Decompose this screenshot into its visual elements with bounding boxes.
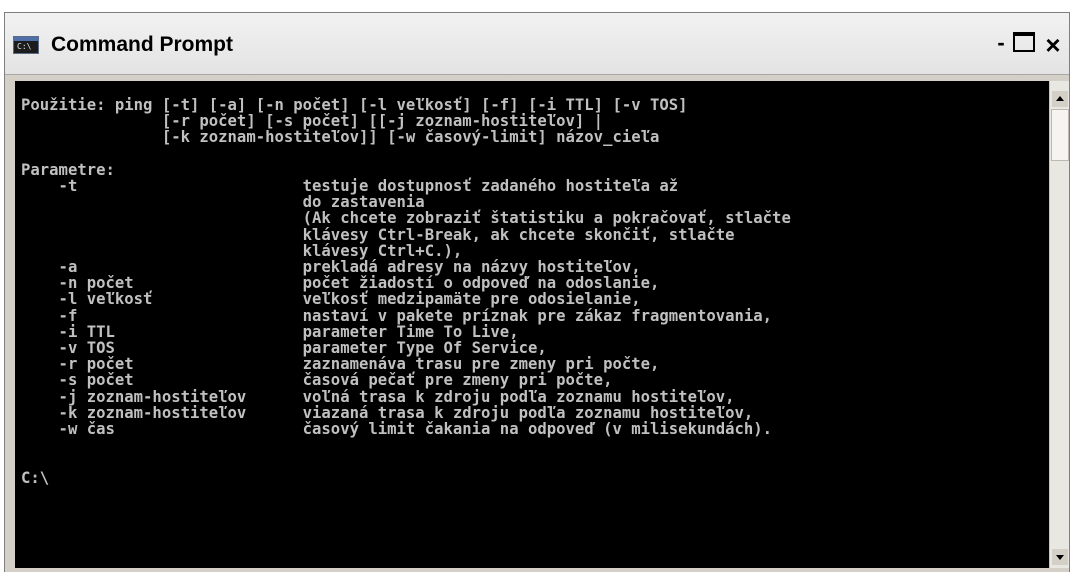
minimize-button[interactable]: - [993, 32, 1009, 56]
console-output-area[interactable]: Použitie: ping [-t] [-a] [-n počet] [-l … [15, 81, 1049, 568]
window-title: Command Prompt [51, 33, 234, 56]
console-line: C:\ [21, 468, 50, 487]
scroll-thumb[interactable] [1051, 109, 1069, 161]
console-window-icon[interactable]: C:\ [13, 36, 39, 54]
console-text: Použitie: ping [-t] [-a] [-n počet] [-l … [21, 97, 791, 486]
scroll-up-arrow-icon[interactable] [1052, 91, 1068, 107]
scroll-down-arrow-icon[interactable] [1052, 549, 1068, 565]
command-prompt-window: C:\ Command Prompt - × Použitie: ping [-… [4, 12, 1070, 572]
console-line: [-k zoznam-hostiteľov]] [-w časový-limit… [21, 128, 660, 147]
title-bar[interactable]: C:\ Command Prompt - × [5, 13, 1069, 75]
window-bottom-border [5, 568, 1069, 572]
vertical-scrollbar[interactable] [1049, 81, 1069, 568]
console-icon-glyph: C:\ [17, 42, 32, 51]
console-line: -w čas časový limit čakania na odpoveď (… [21, 420, 773, 439]
maximize-button[interactable] [1013, 32, 1035, 52]
close-button[interactable]: × [1041, 32, 1065, 58]
